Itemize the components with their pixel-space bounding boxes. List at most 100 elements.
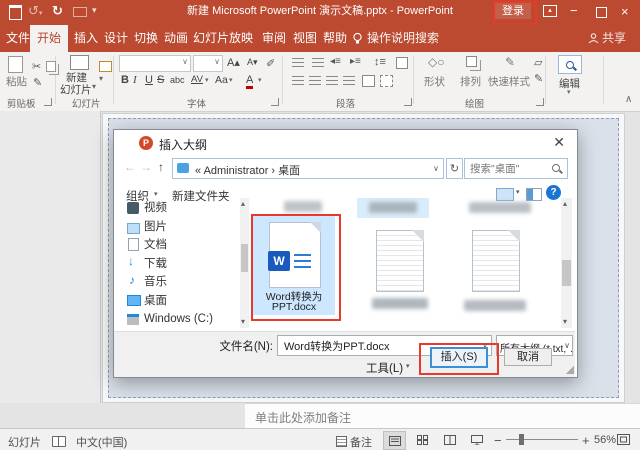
new-folder-button[interactable]: 新建文件夹 — [172, 188, 230, 204]
sidebar-item-videos[interactable]: 视频 — [144, 200, 167, 216]
align-right-icon[interactable] — [326, 76, 338, 85]
sidebar-item-documents[interactable]: 文档 — [144, 237, 167, 253]
collapse-ribbon-icon[interactable]: ∧ — [625, 94, 632, 105]
strikethrough-button[interactable]: S — [157, 74, 164, 86]
spellcheck-book-icon[interactable] — [52, 436, 66, 447]
find-icon[interactable] — [558, 55, 582, 74]
shrink-font-icon[interactable]: A▾ — [247, 57, 258, 68]
tab-insert[interactable]: 插入 — [74, 24, 98, 52]
line-spacing-icon[interactable]: ↕≡ — [374, 56, 386, 68]
maximize-button[interactable] — [596, 7, 607, 18]
tools-dropdown-icon[interactable]: ▾ — [406, 362, 410, 370]
insert-button[interactable]: 插入(S) — [430, 347, 488, 368]
font-name-combo[interactable]: ∨ — [119, 55, 191, 72]
quick-styles-button[interactable]: 快速样式 — [488, 74, 530, 89]
smartart-convert-icon[interactable] — [380, 75, 393, 87]
underline-button[interactable]: U — [145, 74, 153, 86]
zoom-out-icon[interactable]: − — [494, 433, 502, 448]
tab-review[interactable]: 审阅 — [262, 24, 286, 52]
font-dialog-launcher-icon[interactable] — [271, 98, 279, 106]
scroll-down-icon[interactable]: ▾ — [241, 318, 245, 326]
close-button[interactable]: × — [621, 2, 629, 22]
layout-dropdown-icon[interactable]: ▾ — [99, 74, 103, 83]
paste-button[interactable]: 粘贴 — [6, 74, 27, 89]
new-slide-button-line2[interactable]: 幻灯片 — [60, 82, 92, 97]
align-center-icon[interactable] — [309, 76, 321, 85]
document-file-icon[interactable] — [376, 230, 424, 292]
clipboard-dialog-launcher-icon[interactable] — [44, 98, 52, 106]
arrange-button[interactable]: 排列 — [460, 74, 481, 89]
font-size-combo[interactable]: ∨ — [193, 55, 223, 72]
format-painter-icon[interactable]: ✎ — [33, 76, 42, 89]
ribbon-display-options-icon[interactable]: ▴ — [543, 5, 557, 17]
sidebar-item-music[interactable]: 音乐 — [144, 274, 167, 290]
sidebar-item-pictures[interactable]: 图片 — [144, 219, 167, 235]
slide-thumbnail-panel[interactable] — [0, 111, 101, 403]
tab-home[interactable]: 开始 — [30, 25, 68, 52]
paste-icon[interactable] — [8, 56, 23, 73]
reading-view-button[interactable] — [439, 431, 460, 448]
text-shadow-button[interactable]: abc — [170, 75, 185, 85]
slide-sorter-view-button[interactable] — [412, 431, 433, 448]
text-direction-icon[interactable] — [396, 57, 408, 69]
fit-to-window-icon[interactable] — [615, 431, 631, 448]
scroll-down-icon[interactable]: ▾ — [563, 318, 567, 326]
shape-fill-icon[interactable]: ▱ — [534, 56, 542, 69]
tab-help[interactable]: 帮助 — [323, 24, 347, 52]
grow-font-icon[interactable]: A▴ — [227, 56, 240, 69]
tab-file[interactable]: 文件 — [6, 24, 30, 52]
new-slide-icon[interactable] — [70, 55, 89, 70]
up-icon[interactable]: ↑ — [158, 160, 164, 174]
font-color-button[interactable]: A — [246, 74, 254, 89]
document-file-icon[interactable] — [472, 230, 520, 292]
tab-view[interactable]: 视图 — [293, 24, 317, 52]
tell-me-search[interactable]: 操作说明搜索 — [367, 24, 439, 52]
numbering-icon[interactable] — [312, 58, 324, 67]
refresh-button[interactable]: ↻ — [446, 158, 463, 179]
columns-icon[interactable] — [362, 75, 375, 87]
font-color-dropdown-icon[interactable]: ▾ — [258, 76, 262, 84]
scroll-up-icon[interactable]: ▴ — [241, 200, 245, 208]
scroll-up-icon[interactable]: ▴ — [563, 200, 567, 208]
tab-design[interactable]: 设计 — [104, 24, 128, 52]
minimize-button[interactable]: − — [570, 1, 578, 21]
address-bar[interactable]: « Administrator › 桌面 ∨ — [172, 158, 444, 179]
dialog-close-icon[interactable]: ✕ — [553, 134, 565, 151]
signin-button[interactable]: 登录 — [495, 3, 531, 19]
word-file-tile[interactable]: W Word转换为 PPT.docx — [253, 216, 335, 315]
italic-button[interactable]: I — [133, 74, 137, 86]
slideshow-view-button[interactable] — [466, 431, 487, 448]
sidebar-item-downloads[interactable]: 下载 — [144, 256, 167, 272]
tab-animations[interactable]: 动画 — [164, 24, 188, 52]
scrollbar-thumb[interactable] — [562, 260, 571, 286]
organize-dropdown-icon[interactable]: ▾ — [154, 190, 158, 198]
shapes-button[interactable]: 形状 — [424, 74, 445, 89]
cancel-button[interactable]: 取消 — [504, 348, 552, 366]
case-dropdown-icon[interactable]: ▾ — [229, 76, 233, 84]
scrollbar-thumb[interactable] — [241, 244, 248, 272]
notes-pane[interactable]: 单击此处添加备注 — [245, 403, 640, 429]
spacing-dropdown-icon[interactable]: ▾ — [205, 76, 209, 84]
new-slide-dropdown-icon[interactable]: ▾ — [92, 82, 96, 91]
breadcrumb[interactable]: « Administrator › 桌面 — [195, 162, 300, 178]
view-mode-icon[interactable] — [496, 188, 514, 201]
search-box[interactable] — [464, 158, 568, 179]
copy-icon[interactable] — [46, 61, 56, 72]
align-left-icon[interactable] — [292, 76, 304, 85]
zoom-in-icon[interactable]: + — [582, 433, 590, 448]
increase-indent-icon[interactable]: ▸≡ — [350, 56, 361, 67]
sidebar-item-desktop[interactable]: 桌面 — [144, 293, 167, 309]
clear-formatting-icon[interactable]: ✐ — [266, 57, 275, 70]
tab-slideshow[interactable]: 幻灯片放映 — [193, 24, 253, 52]
editing-dropdown-icon[interactable]: ▾ — [567, 88, 571, 96]
search-input[interactable] — [468, 160, 552, 177]
paragraph-dialog-launcher-icon[interactable] — [404, 98, 412, 106]
drawing-dialog-launcher-icon[interactable] — [536, 98, 544, 106]
change-case-icon[interactable]: Aa — [215, 74, 228, 86]
cut-icon[interactable]: ✂ — [32, 60, 41, 73]
notes-placeholder[interactable]: 单击此处添加备注 — [255, 409, 351, 426]
zoom-level[interactable]: 56% — [594, 434, 616, 446]
sidebar-item-windows-c[interactable]: Windows (C:) — [144, 311, 213, 327]
resize-grip[interactable] — [566, 366, 574, 374]
shape-outline-icon[interactable]: ✎ — [534, 72, 543, 85]
